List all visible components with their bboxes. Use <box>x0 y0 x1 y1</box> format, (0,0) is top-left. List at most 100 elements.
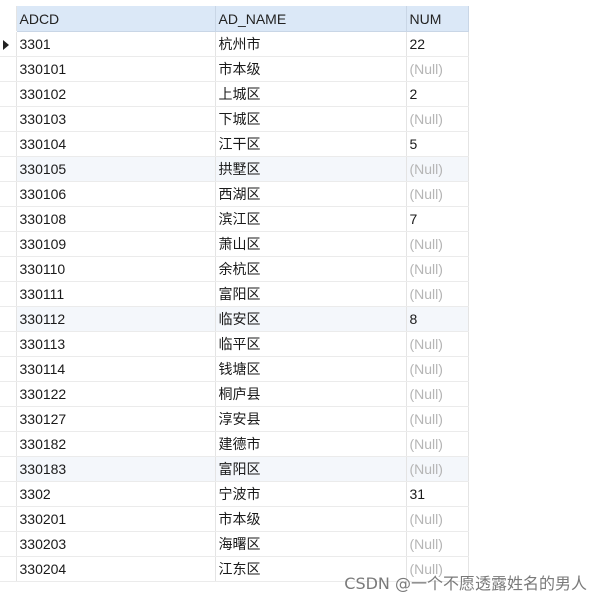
cell-ad-name[interactable]: 市本级 <box>215 56 407 82</box>
cell-ad-name[interactable]: 滨江区 <box>215 206 407 232</box>
cell-ad-name[interactable]: 富阳区 <box>215 281 407 307</box>
cell-num[interactable]: 31 <box>406 481 469 507</box>
cell-num[interactable]: 8 <box>406 306 469 332</box>
cell-adcd[interactable]: 330109 <box>16 231 216 257</box>
cell-num[interactable]: (Null) <box>406 331 469 357</box>
cell-ad-name[interactable]: 萧山区 <box>215 231 407 257</box>
row-marker[interactable] <box>0 431 17 457</box>
row-marker[interactable] <box>0 506 17 532</box>
column-header-ad-name[interactable]: AD_NAME <box>215 6 407 32</box>
cell-num[interactable]: 2 <box>406 81 469 107</box>
cell-adcd[interactable]: 330201 <box>16 506 216 532</box>
cell-num[interactable]: (Null) <box>406 381 469 407</box>
cell-adcd[interactable]: 330113 <box>16 331 216 357</box>
row-marker[interactable] <box>0 456 17 482</box>
cell-adcd[interactable]: 330182 <box>16 431 216 457</box>
row-marker[interactable] <box>0 56 17 82</box>
cell-ad-name[interactable]: 拱墅区 <box>215 156 407 182</box>
cell-num[interactable]: 5 <box>406 131 469 157</box>
cell-num[interactable]: (Null) <box>406 456 469 482</box>
cell-ad-name[interactable]: 淳安县 <box>215 406 407 432</box>
table-row[interactable]: 330112 临安区 8 <box>0 306 469 332</box>
row-marker[interactable] <box>0 256 17 282</box>
cell-num[interactable]: (Null) <box>406 231 469 257</box>
table-row[interactable]: 330114 钱塘区 (Null) <box>0 356 469 382</box>
table-row[interactable]: 330109 萧山区 (Null) <box>0 231 469 257</box>
cell-num[interactable]: (Null) <box>406 156 469 182</box>
cell-num[interactable]: 22 <box>406 31 469 57</box>
row-marker[interactable] <box>0 281 17 307</box>
table-row[interactable]: 330182 建德市 (Null) <box>0 431 469 457</box>
table-row[interactable]: 330105 拱墅区 (Null) <box>0 156 469 182</box>
cell-adcd[interactable]: 330112 <box>16 306 216 332</box>
table-row[interactable]: 330106 西湖区 (Null) <box>0 181 469 207</box>
cell-ad-name[interactable]: 桐庐县 <box>215 381 407 407</box>
cell-ad-name[interactable]: 建德市 <box>215 431 407 457</box>
table-row[interactable]: 330101 市本级 (Null) <box>0 56 469 82</box>
cell-adcd[interactable]: 330127 <box>16 406 216 432</box>
cell-ad-name[interactable]: 下城区 <box>215 106 407 132</box>
cell-num[interactable]: (Null) <box>406 56 469 82</box>
row-marker[interactable] <box>0 81 17 107</box>
cell-num[interactable]: (Null) <box>406 281 469 307</box>
table-row[interactable]: 330108 滨江区 7 <box>0 206 469 232</box>
table-row[interactable]: 330122 桐庐县 (Null) <box>0 381 469 407</box>
cell-adcd[interactable]: 330110 <box>16 256 216 282</box>
table-row[interactable]: 330127 淳安县 (Null) <box>0 406 469 432</box>
cell-adcd[interactable]: 330104 <box>16 131 216 157</box>
cell-ad-name[interactable]: 杭州市 <box>215 31 407 57</box>
row-marker[interactable] <box>0 531 17 557</box>
cell-adcd[interactable]: 330102 <box>16 81 216 107</box>
table-row[interactable]: 330113 临平区 (Null) <box>0 331 469 357</box>
table-row[interactable]: 3301 杭州市 22 <box>0 31 469 57</box>
row-marker[interactable] <box>0 331 17 357</box>
cell-ad-name[interactable]: 临平区 <box>215 331 407 357</box>
cell-adcd[interactable]: 330111 <box>16 281 216 307</box>
cell-adcd[interactable]: 330105 <box>16 156 216 182</box>
table-row[interactable]: 3302 宁波市 31 <box>0 481 469 507</box>
row-marker[interactable] <box>0 231 17 257</box>
cell-adcd[interactable]: 330183 <box>16 456 216 482</box>
cell-adcd[interactable]: 330203 <box>16 531 216 557</box>
cell-adcd[interactable]: 330204 <box>16 556 216 582</box>
cell-ad-name[interactable]: 临安区 <box>215 306 407 332</box>
table-row[interactable]: 330111 富阳区 (Null) <box>0 281 469 307</box>
row-marker[interactable] <box>0 381 17 407</box>
row-marker[interactable] <box>0 106 17 132</box>
row-marker[interactable] <box>0 306 17 332</box>
cell-ad-name[interactable]: 海曙区 <box>215 531 407 557</box>
cell-num[interactable]: (Null) <box>406 181 469 207</box>
row-marker[interactable] <box>0 156 17 182</box>
row-marker[interactable] <box>0 206 17 232</box>
cell-ad-name[interactable]: 西湖区 <box>215 181 407 207</box>
cell-ad-name[interactable]: 钱塘区 <box>215 356 407 382</box>
cell-num[interactable]: (Null) <box>406 256 469 282</box>
cell-num[interactable]: 7 <box>406 206 469 232</box>
row-marker[interactable] <box>0 131 17 157</box>
cell-num[interactable]: (Null) <box>406 506 469 532</box>
cell-adcd[interactable]: 330106 <box>16 181 216 207</box>
cell-ad-name[interactable]: 富阳区 <box>215 456 407 482</box>
cell-adcd[interactable]: 3301 <box>16 31 216 57</box>
cell-ad-name[interactable]: 宁波市 <box>215 481 407 507</box>
cell-num[interactable]: (Null) <box>406 356 469 382</box>
cell-ad-name[interactable]: 江干区 <box>215 131 407 157</box>
cell-ad-name[interactable]: 上城区 <box>215 81 407 107</box>
row-marker[interactable] <box>0 31 17 57</box>
cell-ad-name[interactable]: 市本级 <box>215 506 407 532</box>
row-marker[interactable] <box>0 481 17 507</box>
table-row[interactable]: 330201 市本级 (Null) <box>0 506 469 532</box>
table-row[interactable]: 330102 上城区 2 <box>0 81 469 107</box>
table-row[interactable]: 330104 江干区 5 <box>0 131 469 157</box>
cell-adcd[interactable]: 3302 <box>16 481 216 507</box>
table-row[interactable]: 330103 下城区 (Null) <box>0 106 469 132</box>
cell-adcd[interactable]: 330101 <box>16 56 216 82</box>
row-marker[interactable] <box>0 406 17 432</box>
cell-adcd[interactable]: 330108 <box>16 206 216 232</box>
cell-num[interactable]: (Null) <box>406 531 469 557</box>
cell-num[interactable]: (Null) <box>406 406 469 432</box>
cell-adcd[interactable]: 330114 <box>16 356 216 382</box>
table-row[interactable]: 330110 余杭区 (Null) <box>0 256 469 282</box>
row-marker[interactable] <box>0 556 17 582</box>
column-header-adcd[interactable]: ADCD <box>16 6 216 32</box>
